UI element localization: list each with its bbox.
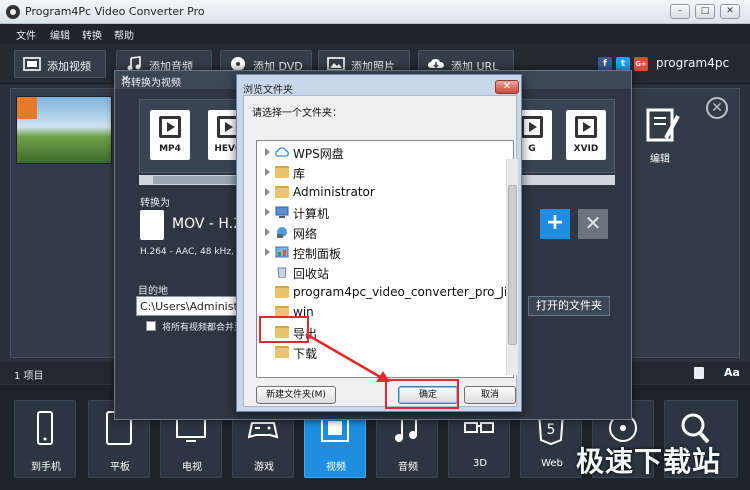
category-audio-label: 音频 bbox=[398, 462, 418, 473]
selected-format-name[interactable]: MOV - H.2 bbox=[172, 216, 242, 232]
folder-tree-scrollbar[interactable] bbox=[506, 159, 518, 375]
format-label: XVID bbox=[573, 144, 599, 154]
menu-bar: 文件 编辑 转换 帮助 bbox=[0, 24, 750, 44]
tree-node-label: 控制面板 bbox=[293, 247, 342, 261]
folder-icon bbox=[275, 346, 289, 358]
add-format-button[interactable]: + bbox=[540, 209, 570, 239]
tree-node-label: Administrator bbox=[293, 185, 375, 199]
merge-videos-label: 将所有视频都合并至 bbox=[162, 323, 244, 333]
remove-format-button[interactable]: ✕ bbox=[578, 209, 608, 239]
cancel-button[interactable]: 取消 bbox=[464, 386, 516, 404]
expand-arrow-icon[interactable] bbox=[265, 168, 270, 176]
category-phone-label: 到手机 bbox=[31, 462, 61, 473]
browse-dialog-close-button[interactable]: ✕ bbox=[495, 80, 519, 94]
format-file-icon bbox=[521, 116, 543, 138]
app-logo-icon bbox=[6, 5, 20, 19]
tree-node-label: 计算机 bbox=[293, 207, 330, 221]
category-3d-label: 3D bbox=[472, 458, 488, 469]
window-title: Program4Pc Video Converter Pro bbox=[25, 5, 205, 18]
format-mp4[interactable]: MP4 bbox=[150, 110, 190, 160]
minimize-button[interactable]: – bbox=[670, 4, 690, 19]
maximize-button[interactable]: □ bbox=[695, 4, 715, 19]
video-thumbnail[interactable] bbox=[16, 96, 112, 164]
convert-to-label: 转换为 bbox=[140, 198, 170, 209]
browse-dialog-title: 浏览文件夹 bbox=[243, 85, 293, 96]
phone-icon bbox=[37, 411, 53, 445]
google-plus-icon[interactable]: G+ bbox=[634, 57, 648, 71]
format-xvid[interactable]: XVID bbox=[566, 110, 606, 160]
edit-label: 编辑 bbox=[650, 154, 670, 165]
annotation-arrow-icon bbox=[305, 332, 390, 382]
format-file-icon bbox=[575, 116, 597, 138]
format-file-icon bbox=[159, 116, 181, 138]
tree-node-label: 库 bbox=[293, 167, 306, 181]
merge-videos-checkbox[interactable] bbox=[146, 321, 156, 331]
expand-arrow-icon[interactable] bbox=[265, 248, 270, 256]
menu-edit[interactable]: 编辑 bbox=[50, 27, 70, 42]
category-video-label: 视频 bbox=[326, 462, 346, 473]
expand-arrow-icon[interactable] bbox=[265, 148, 270, 156]
computer-icon bbox=[275, 206, 289, 218]
expand-arrow-icon[interactable] bbox=[265, 208, 270, 216]
expand-arrow-icon[interactable] bbox=[265, 228, 270, 236]
convert-dialog-title: 将转换为视频 bbox=[121, 78, 181, 89]
remove-item-icon[interactable]: ✕ bbox=[706, 97, 728, 119]
add-video-label: 添加视频 bbox=[47, 60, 91, 73]
browse-prompt: 请选择一个文件夹： bbox=[252, 108, 342, 119]
add-video-button[interactable]: 添加视频 bbox=[14, 50, 106, 78]
format-label: MP4 bbox=[159, 144, 181, 154]
app-window: Program4Pc Video Converter Pro – □ ✕ 文件 … bbox=[0, 0, 750, 490]
title-bar: Program4Pc Video Converter Pro – □ ✕ bbox=[0, 0, 750, 24]
mov-format-icon bbox=[140, 210, 164, 240]
folder-icon bbox=[275, 166, 289, 178]
twitter-icon[interactable]: t bbox=[616, 57, 630, 71]
edit-badge-icon bbox=[17, 97, 37, 119]
film-icon bbox=[23, 57, 41, 71]
tree-node-label: 回收站 bbox=[293, 267, 330, 281]
menu-help[interactable]: 帮助 bbox=[114, 27, 134, 42]
folder-icon bbox=[275, 286, 289, 298]
category-tv-label: 电视 bbox=[182, 462, 202, 473]
cloud-icon bbox=[275, 147, 289, 157]
tree-node-label: WPS网盘 bbox=[293, 147, 344, 161]
tree-node-label: program4pc_video_converter_pro_Jisux bbox=[293, 285, 514, 299]
trash-icon[interactable] bbox=[694, 367, 704, 379]
scrollbar-thumb[interactable] bbox=[153, 176, 243, 184]
convert-dialog-close-button[interactable]: ✕ bbox=[121, 74, 129, 85]
brand-logo: program4pc bbox=[656, 56, 730, 70]
network-icon bbox=[277, 227, 287, 238]
control-panel-icon bbox=[275, 246, 289, 258]
destination-label: 目的地 bbox=[138, 286, 168, 297]
category-web-label: Web bbox=[541, 458, 563, 469]
tree-node-label: 网络 bbox=[293, 227, 318, 241]
item-count: 1 项目 bbox=[14, 371, 44, 382]
selected-format-detail: H.264 - AAC, 48 kHz, 立 bbox=[140, 247, 246, 257]
category-tablet-label: 平板 bbox=[110, 462, 130, 473]
recycle-bin-icon bbox=[277, 267, 287, 278]
menu-file[interactable]: 文件 bbox=[16, 27, 36, 42]
destination-path-input[interactable]: C:\Users\Administrat bbox=[136, 296, 240, 316]
user-folder-icon bbox=[275, 186, 289, 198]
scrollbar-thumb[interactable] bbox=[508, 185, 517, 345]
menu-convert[interactable]: 转换 bbox=[82, 27, 102, 42]
watermark-text: 极速下载站 bbox=[576, 445, 722, 478]
svg-text:5: 5 bbox=[547, 422, 556, 438]
category-phone[interactable]: 到手机 bbox=[14, 400, 76, 478]
close-button[interactable]: ✕ bbox=[720, 4, 740, 19]
category-games-label: 游戏 bbox=[254, 462, 274, 473]
facebook-icon[interactable]: f bbox=[598, 57, 612, 71]
open-folder-button[interactable]: 打开的文件夹 bbox=[528, 296, 610, 316]
font-size-toggle[interactable]: Aa bbox=[724, 366, 740, 379]
expand-arrow-icon[interactable] bbox=[265, 188, 270, 196]
